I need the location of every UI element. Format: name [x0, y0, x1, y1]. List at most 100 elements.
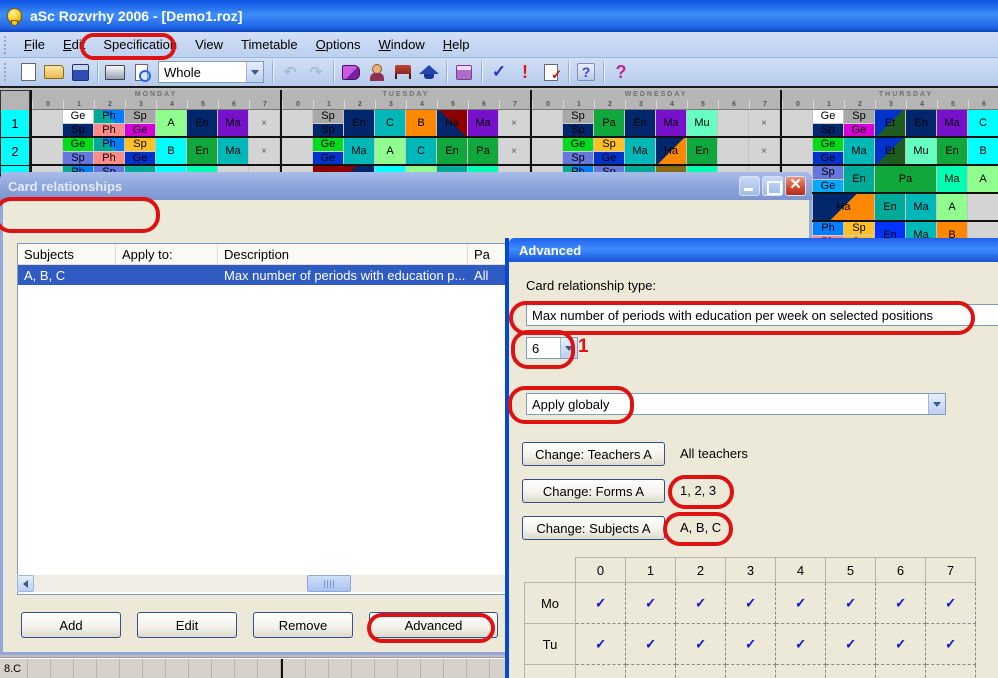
position-checkbox[interactable] — [576, 665, 626, 678]
timetable-cell[interactable]: A — [968, 166, 998, 192]
scroll-left-icon[interactable] — [17, 575, 34, 592]
exclamation-icon[interactable]: ! — [513, 61, 537, 84]
timetable-cell[interactable]: PhPh — [94, 138, 125, 164]
timetable-cell[interactable]: Ma — [937, 110, 968, 136]
position-checkbox[interactable] — [826, 665, 876, 678]
menu-item-file[interactable]: File — [15, 34, 54, 55]
timetable-cell-empty[interactable] — [532, 110, 563, 136]
timetable-cell[interactable]: En — [187, 138, 218, 164]
remove-button[interactable]: Remove — [253, 612, 353, 638]
timetable-cell[interactable]: En — [844, 166, 875, 192]
timetable-cell[interactable]: En — [625, 110, 656, 136]
timetable-cell[interactable]: SpGe — [125, 110, 156, 136]
timetable-cell[interactable]: SpGe — [813, 166, 844, 192]
advanced-title-bar[interactable]: Advanced — [509, 238, 998, 262]
add-button[interactable]: Add — [21, 612, 121, 638]
cap-icon[interactable] — [417, 61, 441, 84]
column-header-subjects[interactable]: Subjects — [18, 244, 116, 264]
timetable-cell[interactable]: GeSp — [63, 138, 94, 164]
timetable-cell[interactable]: Ma — [937, 166, 968, 192]
position-checkbox[interactable]: ✓ — [876, 624, 926, 665]
timetable-cell[interactable]: Et — [875, 138, 906, 164]
menu-item-specification[interactable]: Specification — [94, 34, 186, 55]
timetable-cell[interactable]: C — [375, 110, 406, 136]
chevron-down-icon[interactable] — [928, 394, 945, 414]
maximize-icon[interactable] — [762, 176, 783, 196]
timetable-cell[interactable]: GeGe — [313, 138, 344, 164]
timetable-cell[interactable]: SpSp — [563, 110, 594, 136]
position-checkbox[interactable] — [626, 665, 676, 678]
change-forms-button[interactable]: Change: Forms A — [522, 479, 665, 503]
minimize-icon[interactable] — [739, 176, 760, 196]
card-relationships-title-bar[interactable]: Card relationships — [0, 172, 812, 200]
scrollbar-thumb[interactable] — [307, 575, 351, 592]
timetable-cell[interactable]: En — [687, 138, 718, 164]
timetable-cell[interactable]: En — [875, 194, 906, 220]
doc-check-icon[interactable] — [539, 61, 563, 84]
timetable-cell[interactable]: Ma — [218, 138, 249, 164]
timetable-cell-empty[interactable] — [32, 138, 63, 164]
timetable-cell[interactable]: SpGe — [594, 138, 625, 164]
column-header-apply-to[interactable]: Apply to: — [116, 244, 218, 264]
timetable-cell-empty[interactable] — [282, 110, 313, 136]
position-checkbox[interactable]: ✓ — [726, 583, 776, 624]
timetable-cell[interactable]: Ma — [218, 110, 249, 136]
position-checkbox[interactable]: ✓ — [776, 624, 826, 665]
timetable-cell[interactable]: Ma — [625, 138, 656, 164]
position-checkbox[interactable]: ✓ — [576, 583, 626, 624]
print-preview-icon[interactable] — [129, 61, 153, 84]
menu-item-view[interactable]: View — [186, 34, 232, 55]
timetable-cell-empty[interactable] — [782, 110, 813, 136]
timetable-cell-empty[interactable] — [32, 110, 63, 136]
timetable-cell[interactable]: Ma — [844, 138, 875, 164]
timetable-cell[interactable]: PhPh — [94, 110, 125, 136]
timetable-cell[interactable]: C — [968, 110, 998, 136]
position-checkbox[interactable]: ✓ — [926, 583, 976, 624]
timetable-cell[interactable]: Ma — [656, 110, 687, 136]
timetable-cell[interactable]: A — [156, 110, 187, 136]
timetable-cell[interactable]: En — [937, 138, 968, 164]
open-folder-icon[interactable] — [42, 61, 66, 84]
close-icon[interactable] — [785, 176, 806, 196]
timetable-cell[interactable]: Mu — [687, 110, 718, 136]
position-checkbox[interactable]: ✓ — [626, 624, 676, 665]
chevron-down-icon[interactable] — [246, 62, 263, 82]
timetable-cell[interactable]: En — [437, 138, 468, 164]
timetable-cell-empty[interactable] — [532, 138, 563, 164]
timetable-cell[interactable]: C — [406, 138, 437, 164]
relationship-type-select[interactable]: Max number of periods with education per… — [526, 304, 998, 326]
advanced-button[interactable]: Advanced — [369, 612, 498, 638]
edit-button[interactable]: Edit — [137, 612, 237, 638]
position-checkbox[interactable]: ✓ — [926, 624, 976, 665]
timetable-cell[interactable]: Ma — [468, 110, 499, 136]
timetable-cell[interactable]: Ma — [906, 194, 937, 220]
menu-item-edit[interactable]: Edit — [54, 34, 94, 55]
timetable-cell[interactable]: A — [937, 194, 968, 220]
timetable-cell-empty[interactable] — [782, 138, 813, 164]
menu-item-timetable[interactable]: Timetable — [232, 34, 307, 55]
timetable-cell[interactable]: Ha — [656, 138, 687, 164]
timetable-cell-blocked[interactable]: × — [499, 110, 530, 136]
timetable-cell[interactable]: Pa — [875, 166, 937, 192]
position-checkbox[interactable]: ✓ — [676, 583, 726, 624]
timetable-cell[interactable]: Et — [875, 110, 906, 136]
timetable-cell[interactable]: Pa — [594, 110, 625, 136]
timetable-cell[interactable]: En — [906, 110, 937, 136]
position-checkbox[interactable]: ✓ — [826, 624, 876, 665]
help-icon[interactable]: ? — [609, 61, 633, 84]
timetable-cell[interactable]: Pa — [468, 138, 499, 164]
timetable-cell-empty[interactable] — [968, 194, 998, 220]
timetable-cell-empty[interactable] — [718, 138, 749, 164]
position-checkbox[interactable] — [776, 665, 826, 678]
timetable-cell[interactable]: A — [375, 138, 406, 164]
row-header[interactable]: 2 — [0, 138, 30, 166]
position-checkbox[interactable]: ✓ — [826, 583, 876, 624]
timetable-cell[interactable]: Mu — [906, 138, 937, 164]
timetable-cell[interactable]: GeSp — [563, 138, 594, 164]
view-selector[interactable]: Whole — [158, 61, 264, 83]
row-header[interactable]: 1 — [0, 110, 30, 138]
position-checkbox[interactable] — [676, 665, 726, 678]
box-icon[interactable] — [452, 61, 476, 84]
position-checkbox[interactable]: ✓ — [876, 583, 926, 624]
chevron-down-icon[interactable] — [560, 338, 577, 358]
